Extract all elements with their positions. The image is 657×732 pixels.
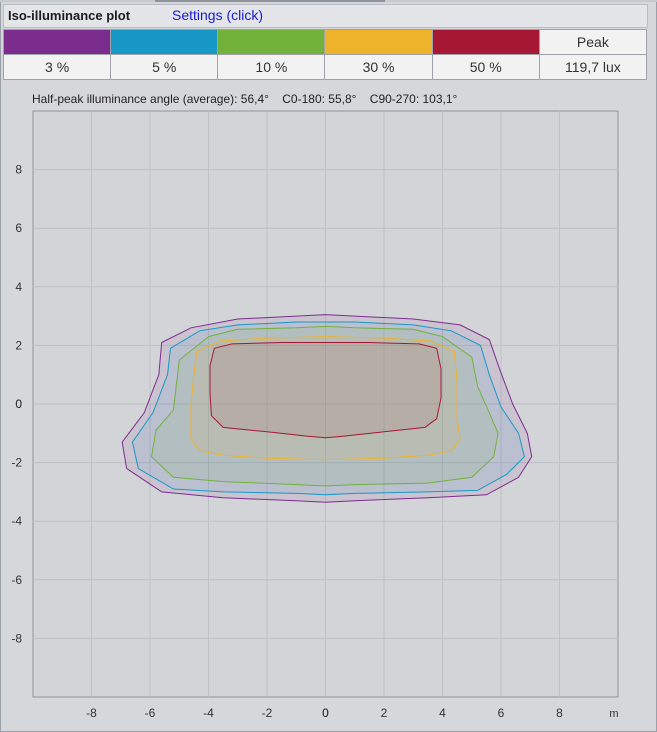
x-tick-label: 2 — [381, 706, 388, 720]
x-tick-label: -8 — [86, 706, 97, 720]
x-tick-label: -2 — [262, 706, 273, 720]
x-tick-label: 4 — [439, 706, 446, 720]
y-tick-label: 0 — [15, 397, 22, 411]
x-tick-label: 8 — [556, 706, 563, 720]
y-tick-label: -2 — [11, 456, 22, 470]
x-unit-label: m — [609, 708, 618, 720]
y-tick-label: 4 — [15, 280, 22, 294]
x-tick-label: 0 — [322, 706, 329, 720]
x-tick-label: -6 — [145, 706, 156, 720]
iso-illuminance-chart: -8 -6 -4 -2 0 2 4 6 886420-2-4-6-800 m — [11, 110, 619, 720]
x-tick-label: -4 — [203, 706, 214, 720]
y-tick-label: 8 — [15, 163, 22, 177]
y-tick-label: -6 — [11, 573, 22, 587]
y-tick-label: -4 — [11, 514, 22, 528]
y-tick-label: 2 — [15, 338, 22, 352]
x-tick-label: 6 — [498, 706, 505, 720]
y-tick-label: 6 — [15, 221, 22, 235]
contour-5 — [209, 342, 442, 439]
y-tick-label: -8 — [11, 631, 22, 645]
